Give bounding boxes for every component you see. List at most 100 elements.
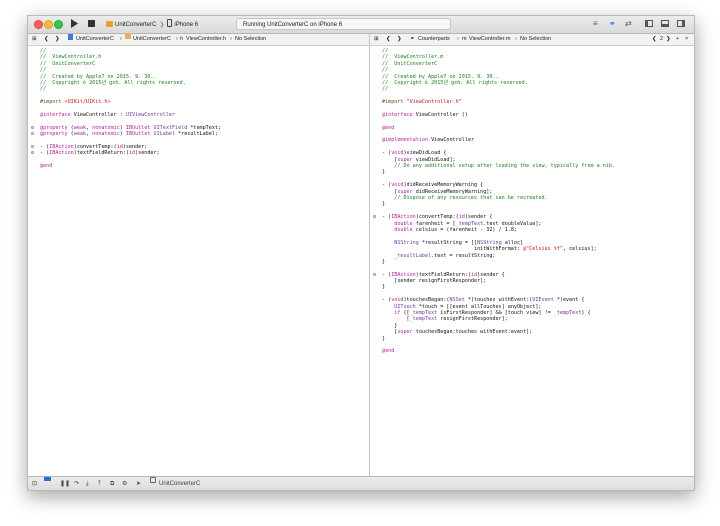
debug-area-toggle[interactable] (661, 19, 669, 29)
jump-selection[interactable]: No Selection (520, 34, 551, 45)
left-code-area[interactable]: //// ViewController.h// UnitConverterC//… (28, 48, 369, 476)
utilities-toggle[interactable] (677, 19, 685, 29)
jump-file[interactable]: ViewController.m (469, 34, 510, 45)
next-counterpart-icon[interactable]: ❯ (666, 34, 671, 45)
outlet-connection-icon[interactable] (31, 151, 34, 155)
code-token: // (382, 67, 389, 74)
back-arrow-icon[interactable]: ❮ (44, 34, 49, 45)
code-token: @interface (382, 111, 413, 118)
jump-separator-icon: › (120, 36, 122, 42)
jump-selection[interactable]: No Selection (235, 34, 266, 45)
stop-icon (88, 20, 95, 27)
code-token: *tempText; (187, 124, 222, 131)
code-token: } (382, 258, 386, 265)
code-token: // (382, 48, 389, 54)
outlet-connection-icon[interactable] (31, 144, 34, 148)
previous-counterpart-icon[interactable]: ❮ (652, 34, 657, 45)
code-token: // Copyright © 2015년 gsh. All rights res… (382, 79, 528, 86)
standard-editor-button[interactable]: ≡ (593, 19, 598, 29)
run-button[interactable] (70, 19, 78, 30)
assistant-editor-button[interactable]: ⚭ (609, 19, 616, 29)
step-into-icon[interactable]: ⤓ (86, 477, 89, 490)
code-token: // (40, 48, 47, 54)
jump-separator-icon: › (515, 36, 517, 42)
jump-counterparts[interactable]: Counterparts (418, 34, 450, 45)
jump-file[interactable]: ViewController.h (186, 34, 226, 45)
activity-status: Running UnitConverterC on iPhone 6 (236, 18, 451, 30)
outlet-connection-icon[interactable] (31, 125, 34, 129)
step-over-icon[interactable]: ↷ (74, 477, 79, 490)
code-token: celsius = (farenheit - 32) / 1.8; (412, 226, 517, 233)
minimize-window-button[interactable] (44, 20, 53, 29)
code-token: _tempText (409, 310, 438, 317)
view-debugger-icon[interactable]: ⧉ (110, 477, 114, 490)
code-token: ([ (400, 310, 410, 317)
assistant-editor[interactable]: ⊞ ❮ ❯ ⚭ Counterparts › m ViewController.… (370, 34, 694, 476)
code-token: *touch = [[event allTouches] anyObject]; (415, 303, 542, 310)
code-token: .text = resultString; (431, 252, 496, 259)
code-token: } (382, 322, 398, 329)
code-token: } (382, 284, 386, 291)
code-token: alloc] (501, 239, 524, 246)
version-icon: ⇄ (625, 19, 632, 28)
forward-arrow-icon[interactable]: ❯ (397, 34, 402, 45)
zoom-window-button[interactable] (54, 20, 63, 29)
code-token: farenheit = [ (412, 220, 456, 227)
scheme-selector[interactable]: UnitConverterC ❯ iPhone 6 (106, 19, 198, 29)
play-icon (71, 19, 78, 28)
jump-separator-icon: › (230, 36, 232, 42)
code-token: )viewDidLoad { (403, 150, 447, 157)
add-editor-icon[interactable]: + (676, 34, 679, 45)
pause-icon[interactable]: ❚❚ (60, 477, 70, 490)
version-editor-button[interactable]: ⇄ (625, 19, 632, 29)
code-token: didReceiveMemoryWarning]; (412, 188, 493, 195)
jump-group[interactable]: UnitConverterC (133, 34, 171, 45)
outlet-connection-icon[interactable] (373, 215, 376, 219)
navigator-toggle[interactable] (645, 19, 653, 29)
code-token: UITextField (153, 124, 188, 131)
forward-arrow-icon[interactable]: ❯ (55, 34, 60, 45)
code-token: IBOutlet (125, 124, 151, 131)
console-toggle-icon[interactable]: ⊡ (32, 477, 37, 490)
code-token: super (397, 156, 413, 163)
code-token: *resultLabel; (175, 131, 218, 138)
code-line[interactable]: @end (370, 348, 694, 354)
back-arrow-icon[interactable]: ❮ (386, 34, 391, 45)
code-token: "ViewController.h" (406, 99, 462, 106)
debug-target-name: UnitConverterC (159, 481, 201, 487)
code-token: _tempText (455, 220, 484, 227)
code-token: initWithFormat: (382, 246, 524, 253)
related-items-icon[interactable]: ⊞ (32, 34, 37, 45)
code-token: *resultString = [[ (418, 239, 478, 246)
right-panel-icon (677, 20, 685, 27)
step-out-icon[interactable]: ⤒ (98, 477, 101, 490)
code-token: // ViewController.m (382, 54, 444, 61)
outlet-connection-icon[interactable] (373, 272, 376, 276)
outlet-connection-icon[interactable] (31, 132, 34, 136)
code-token: super (397, 188, 413, 195)
code-token: UILabel (153, 131, 176, 138)
close-editor-icon[interactable]: × (685, 34, 688, 45)
code-token: [ (382, 316, 410, 323)
code-token: nonatomic (92, 124, 120, 131)
code-token: )sender { (477, 271, 505, 278)
counterpart-count: 2 (660, 36, 664, 42)
impl-file-icon: m (462, 36, 467, 42)
memory-graph-icon[interactable]: ⚙ (122, 477, 127, 490)
scheme-icon (106, 21, 113, 27)
code-token: [ (382, 156, 398, 163)
code-token: )sender { (464, 214, 493, 221)
device-name: iPhone 6 (174, 22, 199, 28)
primary-editor[interactable]: ⊞ ❮ ❯ UnitConverterC › UnitConverterC › … (28, 34, 370, 476)
stop-button[interactable] (88, 19, 95, 30)
code-token: // Created by Apple7 on 2015. 9. 30.. (382, 73, 499, 80)
code-line[interactable]: @end (28, 163, 369, 169)
close-window-button[interactable] (34, 20, 43, 29)
location-icon[interactable]: ➤ (136, 477, 141, 490)
right-code-area[interactable]: //// ViewController.m// UnitConverterC//… (370, 48, 694, 476)
jump-project[interactable]: UnitConverterC (76, 34, 114, 45)
code-token: // Created by Apple7 on 2015. 9. 30.. (40, 73, 157, 80)
related-items-icon[interactable]: ⊞ (374, 34, 379, 45)
